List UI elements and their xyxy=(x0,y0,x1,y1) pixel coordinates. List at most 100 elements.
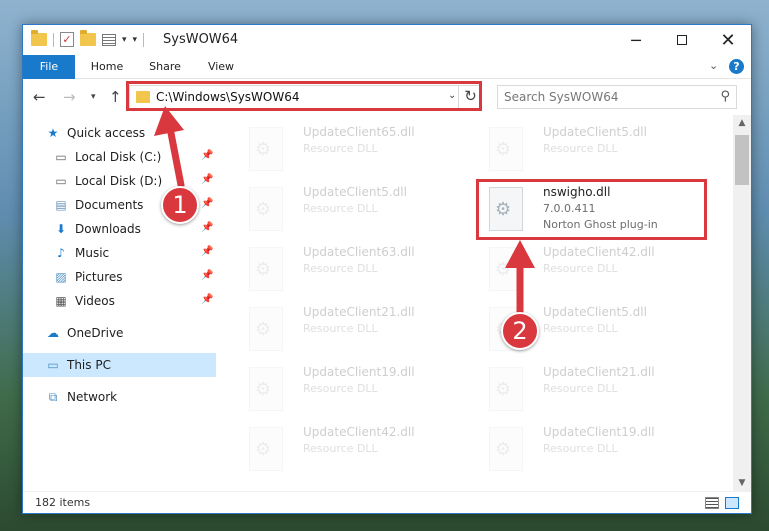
expand-ribbon-icon[interactable]: ⌄ xyxy=(709,59,718,72)
file-name: UpdateClient19.dll xyxy=(303,365,415,379)
drive-icon: ▭ xyxy=(55,174,67,188)
pin-icon[interactable]: 📌 xyxy=(201,294,213,305)
folder-icon xyxy=(31,30,47,46)
up-arrow-icon[interactable]: ↑ xyxy=(109,88,122,106)
document-icon: ▤ xyxy=(55,198,67,212)
details-view-icon[interactable] xyxy=(705,497,719,509)
navigation-pane: ★ Quick access ▭ Local Disk (C:) 📌 ▭ Loc… xyxy=(23,115,216,491)
sidebar-item-label: Network xyxy=(67,390,118,404)
back-arrow-icon[interactable]: ← xyxy=(33,88,46,106)
file-type: Resource DLL xyxy=(303,442,378,455)
pin-icon[interactable]: 📌 xyxy=(201,270,213,281)
gear-icon: ⚙ xyxy=(495,139,512,160)
sidebar-item-pictures[interactable]: ▨ Pictures 📌 xyxy=(23,265,216,289)
cloud-icon: ☁ xyxy=(47,326,59,340)
search-placeholder: Search SysWOW64 xyxy=(504,90,619,104)
sidebar-item-videos[interactable]: ▦ Videos 📌 xyxy=(23,289,216,313)
maximize-icon xyxy=(677,35,687,45)
network-icon: ⧉ xyxy=(48,390,58,404)
file-type: Resource DLL xyxy=(303,142,378,155)
star-icon: ★ xyxy=(47,126,59,140)
minimize-button[interactable]: ─ xyxy=(613,25,659,55)
file-item[interactable]: ⚙ UpdateClient21.dll Resource DLL xyxy=(473,361,703,417)
sidebar-item-label: Downloads xyxy=(75,222,141,236)
pin-icon[interactable]: 📌 xyxy=(201,222,213,233)
file-item[interactable]: ⚙ UpdateClient65.dll Resource DLL xyxy=(233,121,463,177)
tab-file[interactable]: File xyxy=(23,55,75,79)
pin-icon[interactable]: 📌 xyxy=(201,246,213,257)
sidebar-item-music[interactable]: ♪ Music 📌 xyxy=(23,241,216,265)
download-icon: ⬇ xyxy=(55,222,67,236)
file-item[interactable]: ⚙ UpdateClient42.dll Resource DLL xyxy=(233,421,463,477)
quick-access-toolbar: ✓ ▾ ▾ xyxy=(31,30,145,47)
file-item[interactable]: ⚙ UpdateClient42.dll Resource DLL xyxy=(473,241,703,297)
status-bar: 182 items xyxy=(23,491,751,513)
tiles-view-icon[interactable] xyxy=(725,497,739,509)
sidebar-item-onedrive[interactable]: ☁ OneDrive xyxy=(23,321,216,345)
scroll-up-icon[interactable]: ▲ xyxy=(733,115,751,131)
sidebar-item-this-pc[interactable]: ▭ This PC xyxy=(23,353,216,377)
customize-toolbar-icon[interactable]: ▾ xyxy=(133,35,138,45)
file-name: UpdateClient19.dll xyxy=(543,425,655,439)
gear-icon: ⚙ xyxy=(255,259,272,280)
pin-icon[interactable]: 📌 xyxy=(201,174,213,185)
video-icon: ▦ xyxy=(55,294,67,308)
window-title: SysWOW64 xyxy=(163,32,239,47)
scroll-thumb[interactable] xyxy=(735,135,749,185)
file-item[interactable]: ⚙ UpdateClient19.dll Resource DLL xyxy=(233,361,463,417)
file-name: UpdateClient5.dll xyxy=(303,185,407,199)
tab-share[interactable]: Share xyxy=(141,55,189,79)
search-input[interactable]: Search SysWOW64 ⚲ xyxy=(497,85,737,109)
gear-icon: ⚙ xyxy=(255,319,272,340)
file-name: UpdateClient5.dll xyxy=(543,125,647,139)
properties-list-icon[interactable] xyxy=(102,33,116,46)
tab-home[interactable]: Home xyxy=(83,55,131,79)
maximize-button[interactable] xyxy=(659,25,705,55)
chevron-down-icon[interactable]: ▾ xyxy=(122,35,127,45)
file-name: UpdateClient65.dll xyxy=(303,125,415,139)
picture-icon: ▨ xyxy=(55,270,67,284)
toolbar-divider xyxy=(143,32,145,47)
file-type: Resource DLL xyxy=(303,262,378,275)
vertical-scrollbar[interactable]: ▲ ▼ xyxy=(733,115,751,491)
address-highlight-box xyxy=(126,81,482,111)
properties-check-icon[interactable]: ✓ xyxy=(60,32,74,47)
gear-icon: ⚙ xyxy=(255,139,272,160)
sidebar-item-network[interactable]: ⧉ Network xyxy=(23,385,216,409)
search-icon[interactable]: ⚲ xyxy=(720,89,730,104)
item-count: 182 items xyxy=(35,496,91,509)
gear-icon: ⚙ xyxy=(255,379,272,400)
file-item[interactable]: ⚙ UpdateClient5.dll Resource DLL xyxy=(233,181,463,237)
file-type: Resource DLL xyxy=(543,442,618,455)
ribbon: File Home Share View ⌄ ? xyxy=(23,55,751,79)
sidebar-item-label: Pictures xyxy=(75,270,123,284)
gear-icon: ⚙ xyxy=(255,199,272,220)
file-item[interactable]: ⚙ UpdateClient21.dll Resource DLL xyxy=(233,301,463,357)
callout-step-2: 2 xyxy=(501,312,539,350)
file-name: UpdateClient21.dll xyxy=(543,365,655,379)
file-highlight-box xyxy=(476,179,707,240)
help-icon[interactable]: ? xyxy=(729,59,744,74)
file-item[interactable]: ⚙ UpdateClient5.dll Resource DLL xyxy=(473,121,703,177)
file-item[interactable]: ⚙ UpdateClient19.dll Resource DLL xyxy=(473,421,703,477)
recent-locations-icon[interactable]: ▾ xyxy=(91,92,96,102)
toolbar-divider xyxy=(53,32,54,47)
forward-arrow-icon[interactable]: → xyxy=(63,88,76,106)
file-name: UpdateClient21.dll xyxy=(303,305,415,319)
file-type: Resource DLL xyxy=(303,202,378,215)
tab-view[interactable]: View xyxy=(199,55,243,79)
file-name: UpdateClient63.dll xyxy=(303,245,415,259)
title-bar: ✓ ▾ ▾ SysWOW64 ─ ✕ xyxy=(23,25,751,55)
pin-icon[interactable]: 📌 xyxy=(201,198,213,209)
music-icon: ♪ xyxy=(57,246,65,260)
close-button[interactable]: ✕ xyxy=(705,25,751,55)
file-type: Resource DLL xyxy=(543,262,618,275)
gear-icon: ⚙ xyxy=(495,379,512,400)
new-folder-icon[interactable] xyxy=(80,30,96,46)
file-item[interactable]: ⚙ UpdateClient63.dll Resource DLL xyxy=(233,241,463,297)
scroll-down-icon[interactable]: ▼ xyxy=(733,475,751,491)
sidebar-item-quick-access[interactable]: ★ Quick access xyxy=(23,121,216,145)
computer-icon: ▭ xyxy=(47,358,59,372)
sidebar-item-local-disk-c[interactable]: ▭ Local Disk (C:) 📌 xyxy=(23,145,216,169)
pin-icon[interactable]: 📌 xyxy=(201,150,213,161)
